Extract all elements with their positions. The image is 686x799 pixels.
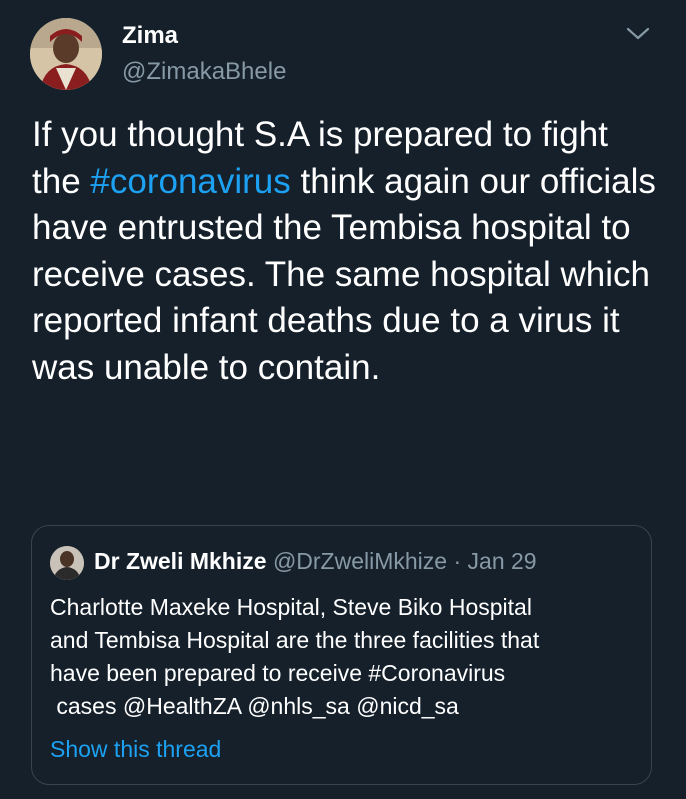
quoted-author-handle[interactable]: @DrZweliMkhize [273,548,447,574]
quoted-tweet-card[interactable]: Dr Zweli Mkhize @DrZweliMkhize · Jan 29 … [31,525,652,785]
avatar-image [30,18,102,90]
quoted-author-name[interactable]: Dr Zweli Mkhize [94,548,267,574]
author-handle[interactable]: @ZimakaBhele [122,58,286,86]
quoted-line: and Tembisa Hospital are the three facil… [50,627,540,653]
quoted-author-avatar[interactable] [50,546,84,580]
tweet-text: If you thought S.A is prepared to fight … [32,112,662,391]
avatar-image [50,546,84,580]
quoted-line: Charlotte Maxeke Hospital, Steve Biko Ho… [50,594,532,620]
quoted-tweet-text: Charlotte Maxeke Hospital, Steve Biko Ho… [50,591,640,723]
quoted-header: Dr Zweli Mkhize @DrZweliMkhize · Jan 29 [94,548,537,575]
show-thread-link[interactable]: Show this thread [50,736,221,763]
meta-separator: · [447,548,468,574]
quoted-line: have been prepared to receive #Coronavir… [50,660,506,686]
author-avatar[interactable] [30,18,102,90]
quoted-line: cases @HealthZA @nhls_sa @nicd_sa [50,693,459,719]
chevron-down-icon[interactable] [624,24,652,44]
hashtag-link[interactable]: #coronavirus [90,162,290,201]
quoted-date[interactable]: Jan 29 [468,548,537,574]
author-name[interactable]: Zima [122,22,178,50]
